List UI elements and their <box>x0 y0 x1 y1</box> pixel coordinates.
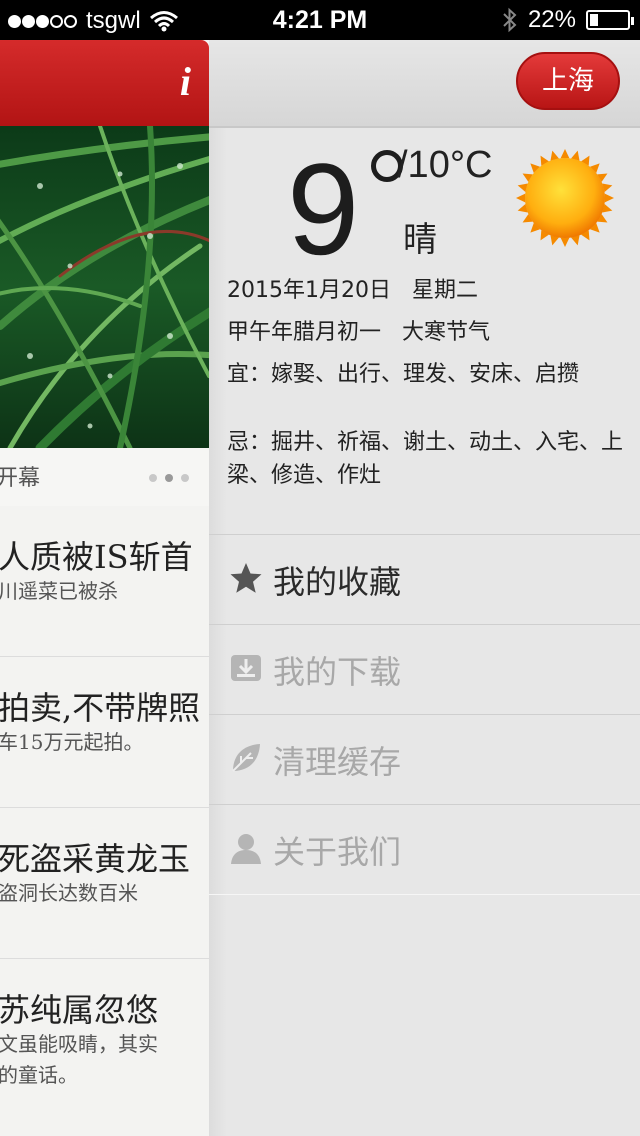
current-temperature: 9 <box>287 136 360 282</box>
lunar-date: 甲午年腊月初一 <box>227 320 382 345</box>
grass-photo <box>0 126 209 448</box>
weather-condition: 晴 <box>403 220 437 260</box>
menu-label: 关于我们 <box>273 833 402 871</box>
news-title: 拍卖,不带牌照 <box>0 689 201 727</box>
pager-dot <box>149 474 157 482</box>
solar-term: 大寒节气 <box>402 320 491 345</box>
side-menu: 上海 9 /10°C 晴 2015年1月20日 星期二 甲午年腊月初一 大寒节气… <box>209 40 640 1136</box>
menu-label: 我的下载 <box>273 653 402 691</box>
menu-item-downloads[interactable]: 我的下载 <box>209 624 640 715</box>
sun-ray <box>560 149 570 159</box>
user-icon <box>231 834 261 864</box>
sun-ray <box>516 193 526 203</box>
star-icon <box>230 563 262 593</box>
news-title: 死盗采黄龙玉 <box>0 840 191 878</box>
menu-item-favorites[interactable]: 我的收藏 <box>209 534 640 625</box>
news-summary: 文虽能吸睛，其实 <box>0 1032 158 1056</box>
pager-dot-active <box>165 474 173 482</box>
download-icon <box>231 655 261 681</box>
pager-dot <box>181 474 189 482</box>
news-list-item[interactable]: 人质被IS斩首 川遥菜已被杀 <box>0 506 209 657</box>
sun-ray <box>560 237 570 247</box>
news-list-item[interactable]: 苏纯属忽悠 文虽能吸睛，其实 的童话。 <box>0 959 209 1136</box>
menu-label: 清理缓存 <box>273 743 402 781</box>
news-summary: 川遥菜已被杀 <box>0 579 118 603</box>
sun-icon <box>516 149 614 247</box>
bluetooth-icon <box>503 7 517 33</box>
status-bar: tsgwl 4:21 PM 22% <box>0 0 640 40</box>
city-button[interactable]: 上海 <box>516 52 620 110</box>
banner-caption: 开幕 <box>0 466 41 491</box>
news-list-item[interactable]: 死盗采黄龙玉 盗洞长达数百米 <box>0 808 209 959</box>
news-summary: 盗洞长达数百米 <box>0 881 138 905</box>
news-summary: 车15万元起拍。 <box>0 730 144 754</box>
banner-image[interactable] <box>0 126 209 448</box>
date: 2015年1月20日 <box>227 278 391 303</box>
weekday: 星期二 <box>411 278 478 303</box>
news-title: 人质被IS斩首 <box>0 538 193 576</box>
news-summary: 的童话。 <box>0 1063 78 1087</box>
news-header: i <box>0 40 209 126</box>
battery-icon <box>586 10 634 30</box>
leaf-icon <box>232 744 260 772</box>
news-panel[interactable]: i 开幕 人质被IS斩首 川遥菜已被杀 拍卖,不带牌照 车15万元起拍。 死盗采… <box>0 40 209 1136</box>
news-title: 苏纯属忽悠 <box>0 991 159 1029</box>
date-line: 2015年1月20日 星期二 <box>227 272 478 304</box>
menu-item-clear-cache[interactable]: 清理缓存 <box>209 714 640 805</box>
temperature-range: /10°C <box>397 144 493 186</box>
battery-percent: 22% <box>527 6 576 33</box>
banner-caption-bar: 开幕 <box>0 448 209 506</box>
status-right: 22% <box>502 6 634 34</box>
sun-ray <box>604 193 614 203</box>
almanac-suitable: 宜：嫁娶、出行、理发、安床、启攒 <box>227 362 580 387</box>
pager-dots <box>149 474 189 482</box>
lunar-line: 甲午年腊月初一 大寒节气 <box>227 314 490 346</box>
info-icon[interactable]: i <box>180 58 191 105</box>
menu-header: 上海 <box>209 40 640 128</box>
almanac-avoid: 忌：掘井、祈福、谢土、动土、入宅、上梁、修造、作灶 <box>227 430 624 488</box>
news-list-item[interactable]: 拍卖,不带牌照 车15万元起拍。 <box>0 657 209 808</box>
menu-label: 我的收藏 <box>273 563 402 601</box>
menu-item-about[interactable]: 关于我们 <box>209 804 640 895</box>
